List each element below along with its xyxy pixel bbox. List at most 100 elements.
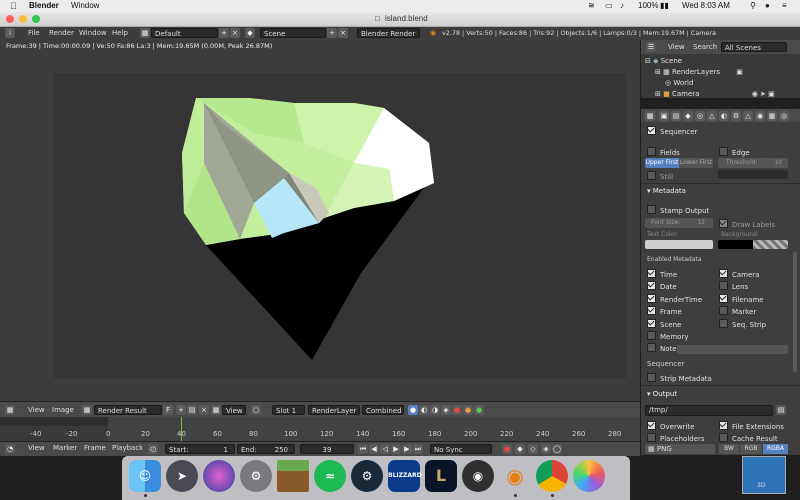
- next-keyframe-icon[interactable]: ▶: [402, 444, 412, 454]
- pivot-icon[interactable]: ○: [251, 405, 261, 415]
- metadata-checkbox[interactable]: Filename: [719, 293, 764, 304]
- spotify-icon[interactable]: ≈: [314, 460, 346, 492]
- metadata-checkbox[interactable]: RenderTime: [647, 293, 702, 304]
- file-extensions-checkbox[interactable]: File Extensions: [719, 421, 784, 431]
- draw-alpha-icon[interactable]: ◐: [419, 405, 429, 415]
- still-frame-field[interactable]: [718, 170, 788, 179]
- edge-checkbox[interactable]: Edge: [719, 147, 750, 157]
- outliner-filter-select[interactable]: All Scenes: [721, 42, 787, 52]
- menu-window[interactable]: Window: [79, 29, 107, 37]
- insert-keyframe-icon[interactable]: ◈: [541, 444, 551, 454]
- image-editor-type-icon[interactable]: ▦: [5, 405, 15, 415]
- notification-center-icon[interactable]: ≡: [782, 1, 787, 10]
- league-icon[interactable]: L: [425, 460, 457, 492]
- tab-modifiers-icon[interactable]: ⚙: [731, 111, 741, 121]
- strip-metadata-checkbox[interactable]: Strip Metadata: [647, 373, 712, 383]
- record-icon[interactable]: ●: [502, 444, 512, 454]
- keying-icon[interactable]: ◆: [515, 444, 525, 454]
- expand-icon[interactable]: ⊞: [655, 68, 661, 76]
- timeline-editor-type-icon[interactable]: ◔: [5, 444, 15, 454]
- photos-icon[interactable]: [573, 460, 605, 492]
- render-camera-icon[interactable]: ▣: [768, 90, 775, 98]
- draw-mode-icon[interactable]: ◑: [430, 405, 440, 415]
- properties-panel[interactable]: Sequencer Fields Edge Upper First Lower …: [641, 122, 800, 455]
- new-image-icon[interactable]: +: [176, 405, 186, 415]
- volume-icon[interactable]: ♪: [620, 1, 624, 10]
- menu-render[interactable]: Render: [49, 29, 74, 37]
- selectable-cursor-icon[interactable]: ➤: [760, 90, 766, 98]
- add-layout-icon[interactable]: +: [219, 28, 229, 38]
- outliner-panel[interactable]: ⊟ ◆ Scene ⊞ ▦ RenderLayers ▣ ◎ World ⊞ ■…: [641, 54, 800, 98]
- close-window-button[interactable]: [6, 15, 14, 23]
- timeline-area[interactable]: -40 -20 0 20 40 60 80 100 120 140 160 18…: [0, 417, 640, 441]
- properties-editor-type-icon[interactable]: ▦: [645, 111, 655, 121]
- image-editor-area[interactable]: Frame:39 | Time:00:00.09 | Ve:50 Fa:86 L…: [0, 40, 640, 401]
- metadata-checkbox[interactable]: Seq. Strip: [719, 318, 766, 329]
- renderlayers-toggle-icon[interactable]: ▣: [736, 68, 743, 76]
- visibility-eye-icon[interactable]: ◉: [752, 90, 758, 98]
- outliner-editor-type-icon[interactable]: ☰: [646, 42, 656, 52]
- fake-user-toggle[interactable]: F: [163, 405, 173, 415]
- tab-scene-icon[interactable]: ◆: [683, 111, 693, 121]
- timeline-menu-view[interactable]: View: [28, 444, 45, 452]
- remove-scene-icon[interactable]: ×: [338, 28, 348, 38]
- start-frame-field[interactable]: Start: 1: [165, 444, 235, 454]
- image-name-field[interactable]: Render Result: [94, 405, 162, 415]
- draw-rgb-icon[interactable]: ●: [408, 405, 418, 415]
- sync-mode-select[interactable]: No Sync: [430, 444, 492, 454]
- siri-menubar-icon[interactable]: ●: [765, 1, 770, 10]
- launchpad-icon[interactable]: ➤: [166, 460, 198, 492]
- color-bw-button[interactable]: BW: [719, 444, 739, 454]
- cache-result-checkbox[interactable]: Cache Result: [719, 433, 778, 443]
- image-menu-view[interactable]: View: [28, 406, 45, 414]
- slot-select[interactable]: Slot 1: [272, 405, 305, 415]
- menubar-datetime[interactable]: Wed 8:03 AM: [682, 1, 730, 10]
- render-result-canvas[interactable]: [54, 73, 626, 378]
- apple-icon[interactable]: : [10, 1, 17, 11]
- render-layer-select[interactable]: RenderLayer: [308, 405, 360, 415]
- screen-layout-icon[interactable]: ▦: [140, 28, 150, 38]
- menubar-window-menu[interactable]: Window: [71, 1, 99, 10]
- font-size-field[interactable]: Font Size: 12: [645, 218, 713, 228]
- channel-green-icon[interactable]: ●: [474, 405, 484, 415]
- overwrite-checkbox[interactable]: Overwrite: [647, 421, 694, 431]
- properties-scrollbar[interactable]: [793, 252, 797, 372]
- tab-texture-icon[interactable]: ▦: [767, 111, 777, 121]
- spotlight-icon[interactable]: ⚲: [750, 1, 756, 10]
- view-menu-field[interactable]: View: [222, 405, 246, 415]
- file-format-select[interactable]: ▦ PNG: [645, 444, 715, 454]
- siri-icon[interactable]: [203, 460, 235, 492]
- metadata-checkbox[interactable]: Time: [647, 269, 677, 279]
- image-browse-icon[interactable]: ▦: [82, 405, 92, 415]
- tab-physics-icon[interactable]: ◎: [779, 111, 789, 121]
- text-color-swatch[interactable]: [645, 240, 713, 249]
- metadata-checkbox[interactable]: Frame: [647, 306, 682, 316]
- menu-file[interactable]: File: [28, 29, 40, 37]
- upper-first-button[interactable]: Upper First: [645, 158, 679, 168]
- blender-icon[interactable]: ◉: [499, 460, 531, 492]
- channel-orange-icon[interactable]: ●: [463, 405, 473, 415]
- render-engine-select[interactable]: Blender Render: [357, 28, 420, 38]
- zoom-window-button[interactable]: [32, 15, 40, 23]
- still-checkbox[interactable]: Still: [647, 171, 673, 181]
- channel-icon[interactable]: ◈: [441, 405, 451, 415]
- steam-icon[interactable]: ⚙: [351, 460, 383, 492]
- keying-set-icon[interactable]: ◇: [528, 444, 538, 454]
- minecraft-icon[interactable]: [277, 460, 309, 492]
- system-preferences-icon[interactable]: ⚙: [240, 460, 272, 492]
- outliner-item-camera[interactable]: ⊞ ■ Camera ◉ ➤ ▣: [655, 90, 775, 98]
- output-path-field[interactable]: /tmp/: [645, 405, 773, 416]
- timeline-menu-frame[interactable]: Frame: [84, 444, 106, 452]
- play-icon[interactable]: ▶: [391, 444, 401, 454]
- minimize-window-button[interactable]: [19, 15, 27, 23]
- tab-object-icon[interactable]: △: [707, 111, 717, 121]
- browse-folder-icon[interactable]: ▤: [776, 405, 786, 415]
- threshold-field[interactable]: Threshold: 10: [718, 158, 788, 168]
- metadata-panel-header[interactable]: ▾ Metadata: [647, 187, 686, 195]
- current-frame-field[interactable]: 39: [300, 444, 354, 454]
- background-color-swatch[interactable]: [718, 240, 753, 249]
- lower-first-button[interactable]: Lower First: [679, 158, 713, 168]
- image-view-icon[interactable]: ▦: [211, 405, 221, 415]
- jump-end-icon[interactable]: ⏭: [413, 444, 423, 454]
- sequencer-checkbox[interactable]: Sequencer: [647, 126, 697, 136]
